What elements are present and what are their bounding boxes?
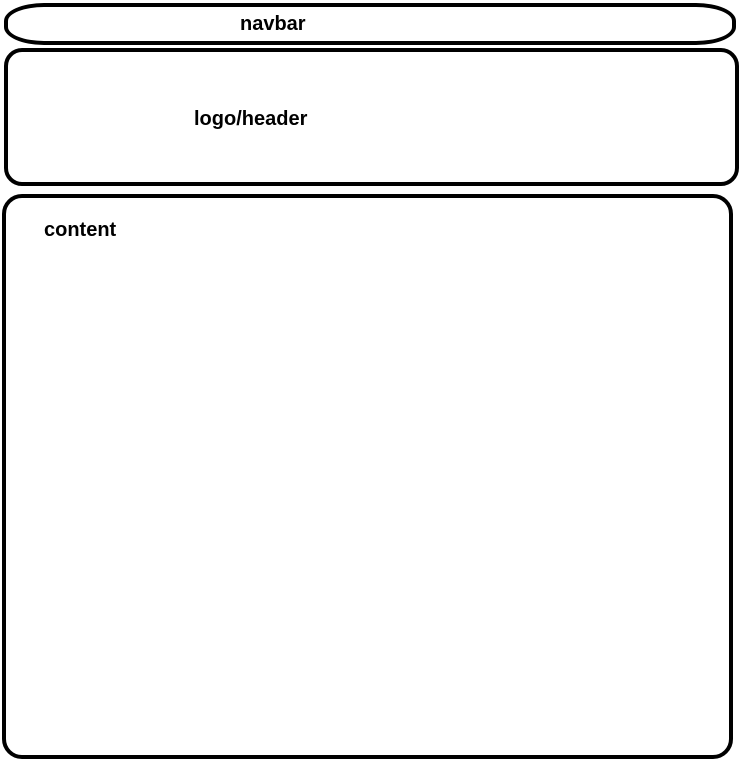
header-box <box>4 48 739 186</box>
navbar-box <box>4 3 736 45</box>
header-label: logo/header <box>194 108 308 130</box>
content-label: content <box>44 219 117 241</box>
navbar-label: navbar <box>240 13 306 35</box>
content-box <box>2 194 733 759</box>
